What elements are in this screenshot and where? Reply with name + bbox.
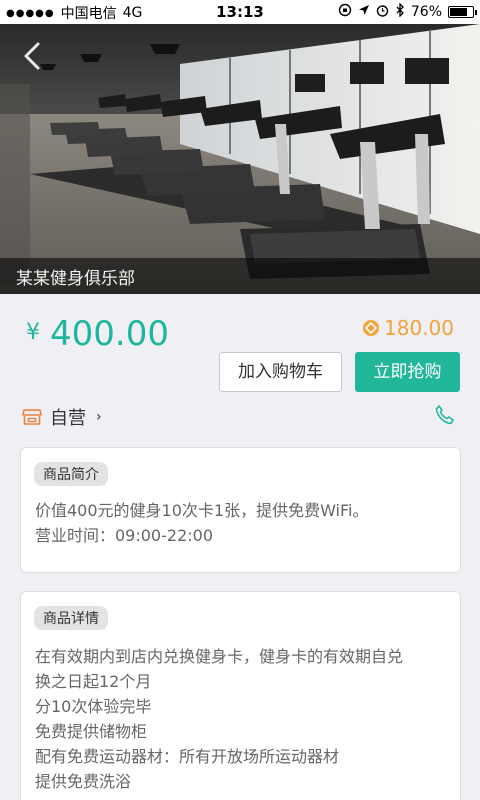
intro-body: 价值400元的健身10次卡1张，提供免费WiFi。 营业时间：09:00-22:…: [35, 498, 446, 548]
points-price: 180.00: [362, 316, 454, 340]
product-intro-card: 商品简介 价值400元的健身10次卡1张，提供免费WiFi。 营业时间：09:0…: [20, 447, 461, 573]
status-right: 76%: [338, 2, 477, 21]
phone-button[interactable]: [434, 404, 456, 430]
detail-line: 在有效期内到店内兑换健身卡，健身卡的有效期自兑: [35, 647, 404, 666]
phone-icon: [435, 405, 454, 425]
gym-photo-illustration: [0, 24, 480, 294]
intro-line: 营业时间：09:00-22:00: [35, 526, 213, 545]
detail-line: 提供免费洗浴: [35, 772, 132, 791]
chevron-right-icon: ›: [96, 409, 102, 425]
detail-body: 在有效期内到店内兑换健身卡，健身卡的有效期自兑 换之日起12个月 分10次体验完…: [35, 644, 446, 794]
intro-line: 价值400元的健身10次卡1张，提供免费WiFi。: [35, 501, 369, 520]
chevron-left-icon: [24, 42, 40, 70]
gym-hero-image: 某某健身俱乐部: [0, 24, 480, 294]
store-icon: [22, 409, 42, 425]
back-button[interactable]: [14, 38, 50, 74]
detail-line: 分10次体验完毕: [35, 697, 152, 716]
product-detail-card: 商品详情 在有效期内到店内兑换健身卡，健身卡的有效期自兑 换之日起12个月 分1…: [20, 591, 461, 800]
add-to-cart-button[interactable]: 加入购物车: [219, 352, 342, 392]
buy-now-button[interactable]: 立即抢购: [355, 352, 460, 392]
bluetooth-icon: [395, 2, 405, 21]
detail-tag: 商品详情: [34, 606, 108, 630]
detail-line: 换之日起12个月: [35, 672, 152, 691]
location-icon: [358, 4, 370, 20]
currency-symbol: ¥: [26, 320, 40, 345]
points-amount: 180.00: [384, 316, 454, 340]
detail-line: 免费提供储物柜: [35, 722, 148, 741]
store-link[interactable]: 自营 ›: [22, 404, 102, 430]
price-amount: 400.00: [50, 314, 169, 354]
price-section: ¥400.00 180.00 加入购物车 立即抢购 自营 ›: [0, 294, 480, 442]
status-bar: ●●●●● 中国电信 4G 13:13 76%: [0, 0, 480, 24]
rotation-lock-icon: [338, 3, 352, 21]
club-name-caption: 某某健身俱乐部: [0, 258, 480, 294]
coin-icon: [363, 320, 380, 336]
detail-line: 配有免费运动器材：所有开放场所运动器材: [35, 747, 340, 766]
store-label: 自营: [50, 408, 86, 429]
battery-percent: 76%: [410, 4, 442, 20]
intro-tag: 商品简介: [34, 462, 108, 486]
price: ¥400.00: [26, 314, 169, 354]
alarm-icon: [376, 4, 389, 21]
battery-icon: [448, 6, 477, 18]
battery-fill: [450, 8, 467, 16]
